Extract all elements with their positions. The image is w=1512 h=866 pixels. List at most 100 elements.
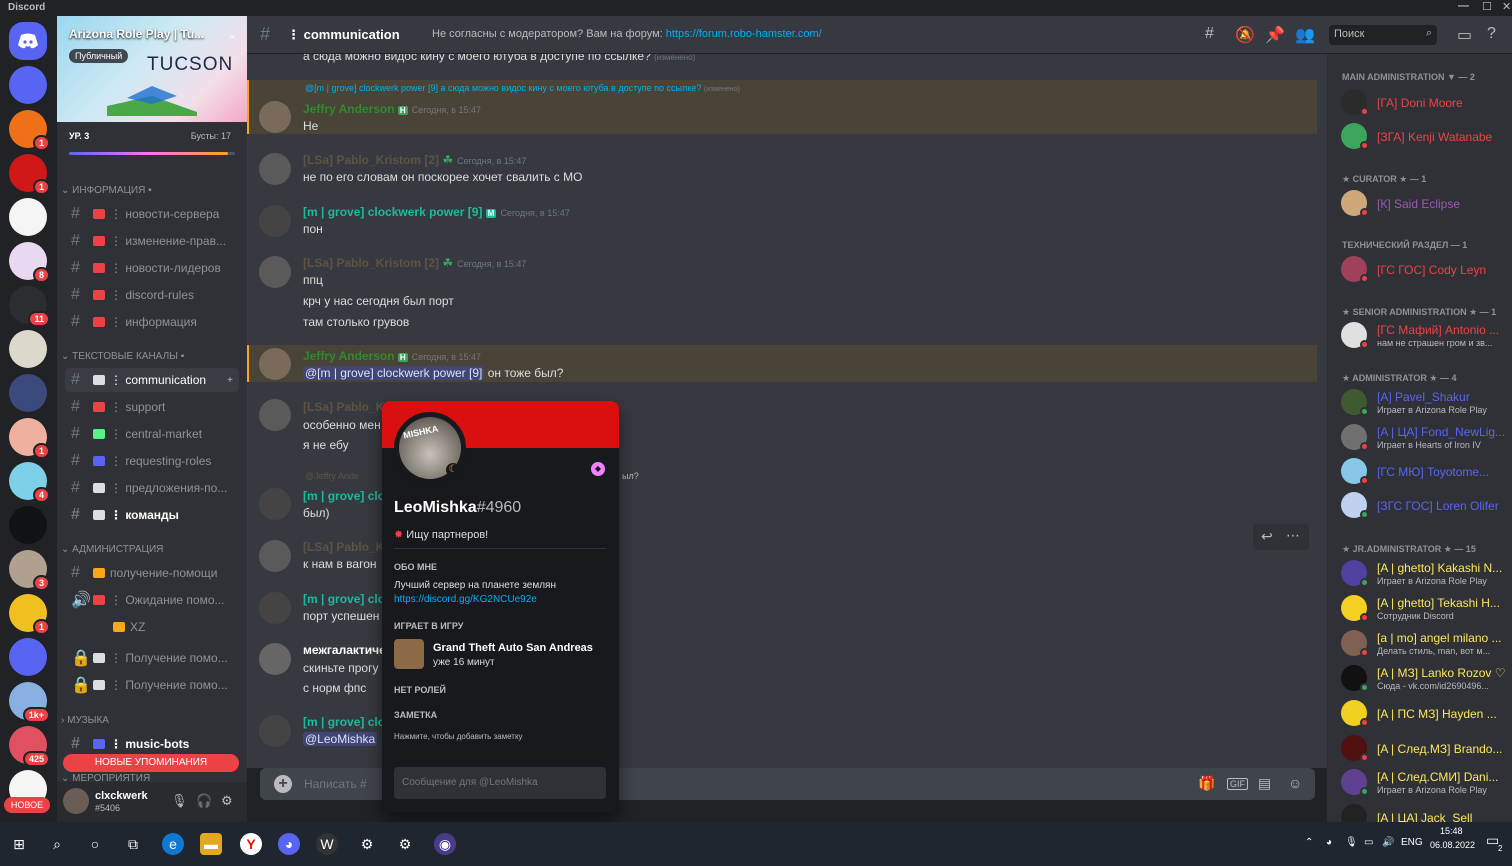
members-icon[interactable]: 👥: [1295, 25, 1315, 45]
boost-progress[interactable]: УР. 3 Бусты: 17: [57, 122, 247, 162]
avatar[interactable]: [259, 101, 291, 133]
reply-preview[interactable]: @Jeffry Ande: [305, 471, 359, 481]
help-icon[interactable]: ?: [1487, 25, 1496, 43]
dm-input[interactable]: Сообщение для @LeoMishka: [394, 767, 606, 799]
server-icon[interactable]: 1: [9, 418, 50, 459]
member-item[interactable]: [A | МЗ] Lanko Rozov ♡ Сюда - vk.com/id26…: [1339, 663, 1509, 697]
channel-item[interactable]: # ⋮ новости-лидеров: [65, 256, 239, 280]
new-servers-badge[interactable]: НОВОЕ: [4, 797, 50, 813]
yandex-icon[interactable]: Y: [240, 833, 262, 855]
avatar[interactable]: [259, 488, 291, 520]
member-item[interactable]: [A] Pavel_Shakur Играет в Arizona Role Pl…: [1339, 387, 1509, 421]
windows-start-icon[interactable]: ⊞: [8, 833, 30, 855]
reply-icon[interactable]: ↩: [1261, 528, 1273, 545]
chevron-down-icon[interactable]: ⌄: [228, 28, 237, 41]
gear-icon[interactable]: ⚙: [221, 793, 233, 809]
channel-item[interactable]: 🔒 ⋮ Получение помо...: [65, 646, 239, 670]
edge-icon[interactable]: e: [162, 833, 184, 855]
gif-icon[interactable]: GIF: [1227, 778, 1248, 790]
channel-item[interactable]: # ⋮ communication +: [65, 368, 239, 392]
upload-icon[interactable]: +: [274, 775, 292, 793]
sticker-icon[interactable]: ▤: [1258, 775, 1271, 792]
volume-icon[interactable]: 🔊: [1382, 837, 1394, 848]
member-item[interactable]: [A | ЦА] Jack_Sell: [1339, 802, 1509, 822]
settings-icon[interactable]: ⚙: [394, 833, 416, 855]
nitro-badge-icon[interactable]: ◆: [591, 462, 605, 476]
language-indicator[interactable]: ENG: [1401, 837, 1423, 848]
discord-taskbar-icon[interactable]: ◕: [278, 833, 300, 855]
threads-icon[interactable]: #: [1205, 25, 1214, 43]
server-icon[interactable]: 11: [9, 286, 50, 327]
message-author[interactable]: [LSa] Pablo_Kr: [303, 400, 389, 414]
category-info[interactable]: ⌄ ИНФОРМАЦИЯ ▪: [61, 185, 152, 196]
category-music[interactable]: › МУЗЫКА: [61, 715, 109, 726]
channel-item[interactable]: # ⋮ requesting-roles: [65, 449, 239, 473]
pin-icon[interactable]: 📌: [1265, 25, 1285, 45]
channel-item[interactable]: # получение-помощи: [65, 561, 239, 585]
tray-discord-icon[interactable]: ◕: [1326, 837, 1332, 848]
server-icon[interactable]: 4: [9, 462, 50, 503]
inbox-icon[interactable]: ▭: [1457, 25, 1472, 45]
clock-time[interactable]: 15:48: [1440, 826, 1463, 836]
avatar[interactable]: [259, 715, 291, 747]
server-icon[interactable]: [9, 330, 47, 368]
member-item[interactable]: [A | ЦА] Fond_NewLig... Играет в Hearts o…: [1339, 422, 1509, 456]
channel-item[interactable]: # ⋮ central-market: [65, 422, 239, 446]
tray-chevron-icon[interactable]: ⌃: [1305, 837, 1313, 848]
message-author[interactable]: [LSa] Pablo_K: [303, 540, 384, 554]
category-admin[interactable]: ⌄ АДМИНИСТРАЦИЯ: [61, 544, 163, 555]
server-icon[interactable]: 1: [9, 154, 50, 195]
maximize-icon[interactable]: ☐: [1482, 0, 1492, 13]
avatar[interactable]: [259, 348, 291, 380]
headphones-icon[interactable]: 🎧: [196, 793, 212, 809]
server-icon[interactable]: [9, 66, 47, 104]
channel-item[interactable]: # ⋮ music-bots: [65, 732, 239, 756]
member-item[interactable]: [ГС Мафий] Antonio ... нам не страшен гро…: [1339, 320, 1509, 354]
member-item[interactable]: [A | ghetto] Kakashi N... Играет в Arizon…: [1339, 558, 1509, 592]
member-item[interactable]: [К] Said Eclipse: [1339, 188, 1509, 222]
explorer-icon[interactable]: ▬: [200, 833, 222, 855]
channel-item[interactable]: # ⋮ информация: [65, 310, 239, 334]
server-icon[interactable]: 3: [9, 550, 50, 591]
avatar[interactable]: [259, 205, 291, 237]
channel-item[interactable]: # ⋮ новости-сервера: [65, 202, 239, 226]
invite-link[interactable]: https://discord.gg/KG2NCUe92e: [394, 594, 537, 605]
gift-icon[interactable]: 🎁: [1198, 775, 1215, 792]
avatar[interactable]: [259, 256, 291, 288]
message-author[interactable]: [LSa] Pablo_Kristom [2] ☘ Сегодня, в 15:4…: [303, 256, 526, 270]
member-item[interactable]: [ГС ГОС] Cody Leyn: [1339, 254, 1509, 288]
user-mention[interactable]: @LeoMishka: [303, 732, 378, 746]
server-icon[interactable]: 8: [9, 242, 50, 283]
avatar[interactable]: [259, 540, 291, 572]
message-author[interactable]: [m | grove] clockwerk power [9] M Сегодня…: [303, 205, 570, 219]
message-author[interactable]: [m | grove] clo: [303, 489, 385, 503]
member-item[interactable]: [A | След.МЗ] Brando...: [1339, 733, 1509, 767]
member-item[interactable]: [ГС МЮ] Toyotome...: [1339, 456, 1509, 490]
close-icon[interactable]: ✕: [1502, 0, 1511, 13]
message-author[interactable]: межгалактиче: [303, 643, 386, 657]
category-text[interactable]: ⌄ ТЕКСТОВЫЕ КАНАЛЫ ▪: [61, 351, 184, 362]
server-icon[interactable]: [9, 374, 47, 412]
channel-item[interactable]: 🔊 ⋮ Ожидание помо...: [65, 588, 239, 612]
channel-item[interactable]: # ⋮ discord-rules: [65, 283, 239, 307]
app-icon[interactable]: ◉: [434, 833, 456, 855]
message-author[interactable]: [m | grove] clo: [303, 592, 385, 606]
channel-item[interactable]: 🔒 ⋮ Получение помо...: [65, 673, 239, 697]
server-icon[interactable]: 425: [9, 726, 50, 767]
channel-item[interactable]: XZ: [85, 615, 239, 639]
member-item[interactable]: [A | ПС МЗ] Hayden ...: [1339, 698, 1509, 732]
channel-item[interactable]: # ⋮ изменение-прав...: [65, 229, 239, 253]
avatar[interactable]: [259, 643, 291, 675]
minimize-icon[interactable]: —: [1458, 0, 1469, 12]
message-author[interactable]: [m | grove] clo: [303, 715, 385, 729]
member-item[interactable]: [A | ghetto] Tekashi H... Сотрудник Disco…: [1339, 593, 1509, 627]
add-member-icon[interactable]: +: [227, 375, 233, 386]
server-banner[interactable]: Arizona Role Play | Tu... ⌄ Публичный TU…: [57, 16, 247, 122]
message-author[interactable]: Jeffry Anderson H Сегодня, в 15:47: [303, 102, 481, 116]
search-icon[interactable]: ⌕: [46, 833, 68, 855]
channel-item[interactable]: # ⋮ команды: [65, 503, 239, 527]
avatar[interactable]: [63, 788, 89, 814]
network-icon[interactable]: ▭: [1364, 837, 1373, 848]
member-item[interactable]: [a | mo] angel milano ... Делать стиль, m…: [1339, 628, 1509, 662]
steam-icon[interactable]: ⚙: [356, 833, 378, 855]
